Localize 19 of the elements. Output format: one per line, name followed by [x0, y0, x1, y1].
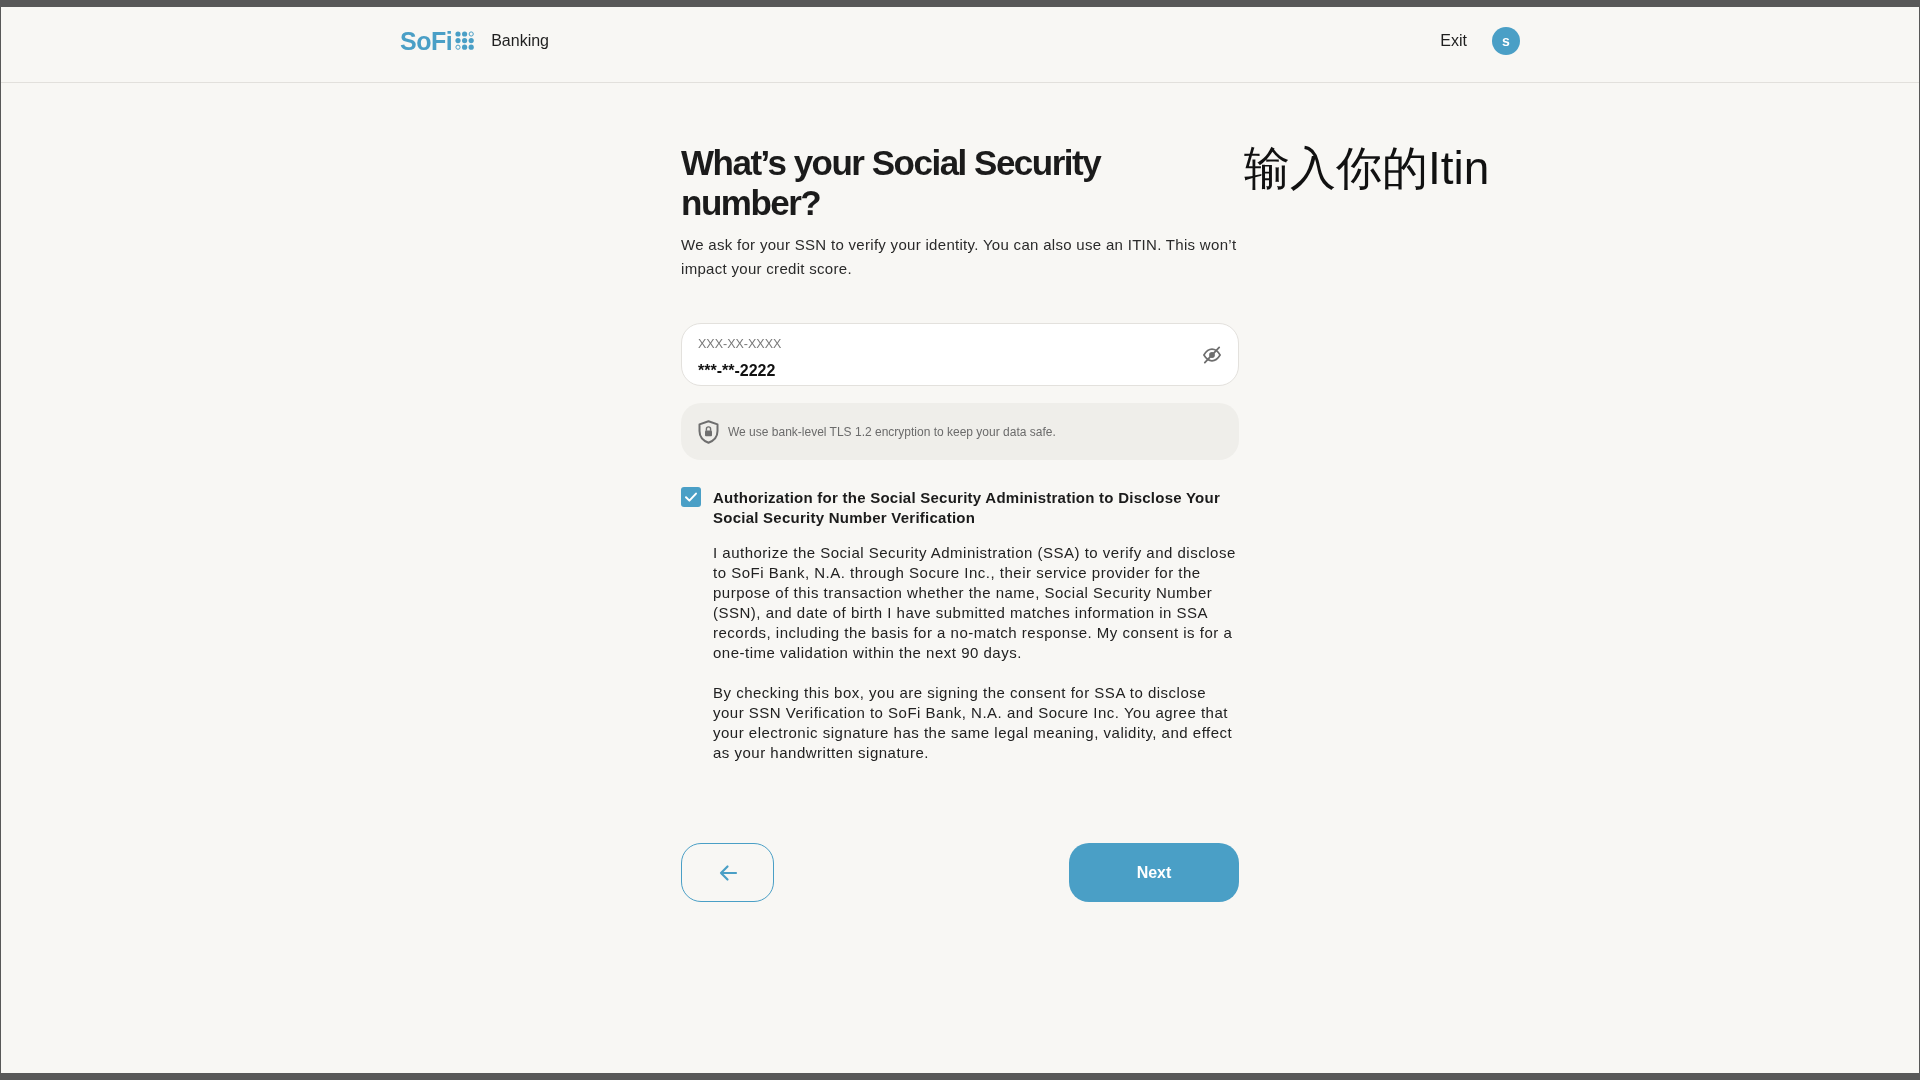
dot-grid-icon — [455, 30, 476, 51]
annotation-text: 输入你的Itin — [1244, 143, 1490, 193]
ssn-field[interactable]: XXX-XX-XXXX ***-**-2222 — [681, 323, 1239, 386]
security-notice-text: We use bank-level TLS 1.2 encryption to keep your data safe. — [728, 424, 1056, 439]
arrow-left-icon — [717, 863, 738, 882]
consent-paragraph: I authorize the Social Security Administration (SSA) to verify and disclose to SoFi Bank, N.A. through Socure Inc., their service provider for the purpose of this transaction whether the name, Social Security Number (SSN), and date of birth I have submitted matches information in SSA records, including the basis for a no-match response. My consent is for a one-time validation within the next 90 days. — [713, 543, 1237, 663]
checkbox[interactable] — [681, 487, 701, 507]
ssn-input[interactable]: ***-**-2222 — [698, 360, 1192, 383]
consent-paragraph: By checking this box, you are signing the consent for SSA to disclose your SSN Verification to SoFi Bank, N.A. and Socure Inc. You agree that your electronic signature has the same legal meaning, validity, and effect as your handwritten signature. — [713, 683, 1234, 763]
subtitle: We ask for your SSN to verify your identity. You can also use an ITIN. This won’t impact your credit score. — [681, 235, 1238, 279]
consent-title: Authorization for the Social Security Administration to Disclose Your Social Security Number Verification — [713, 488, 1222, 528]
page-heading: What’s your Social Security number? — [681, 143, 1102, 223]
eye-slash-icon[interactable] — [1202, 346, 1222, 364]
exit-link[interactable]: Exit — [1440, 31, 1467, 50]
logo-wordmark: SoFi — [400, 26, 453, 55]
field-label: XXX-XX-XXXX — [698, 335, 782, 352]
section-label: Banking — [491, 31, 549, 50]
back-button[interactable] — [681, 843, 774, 902]
shield-lock-icon — [698, 419, 719, 444]
